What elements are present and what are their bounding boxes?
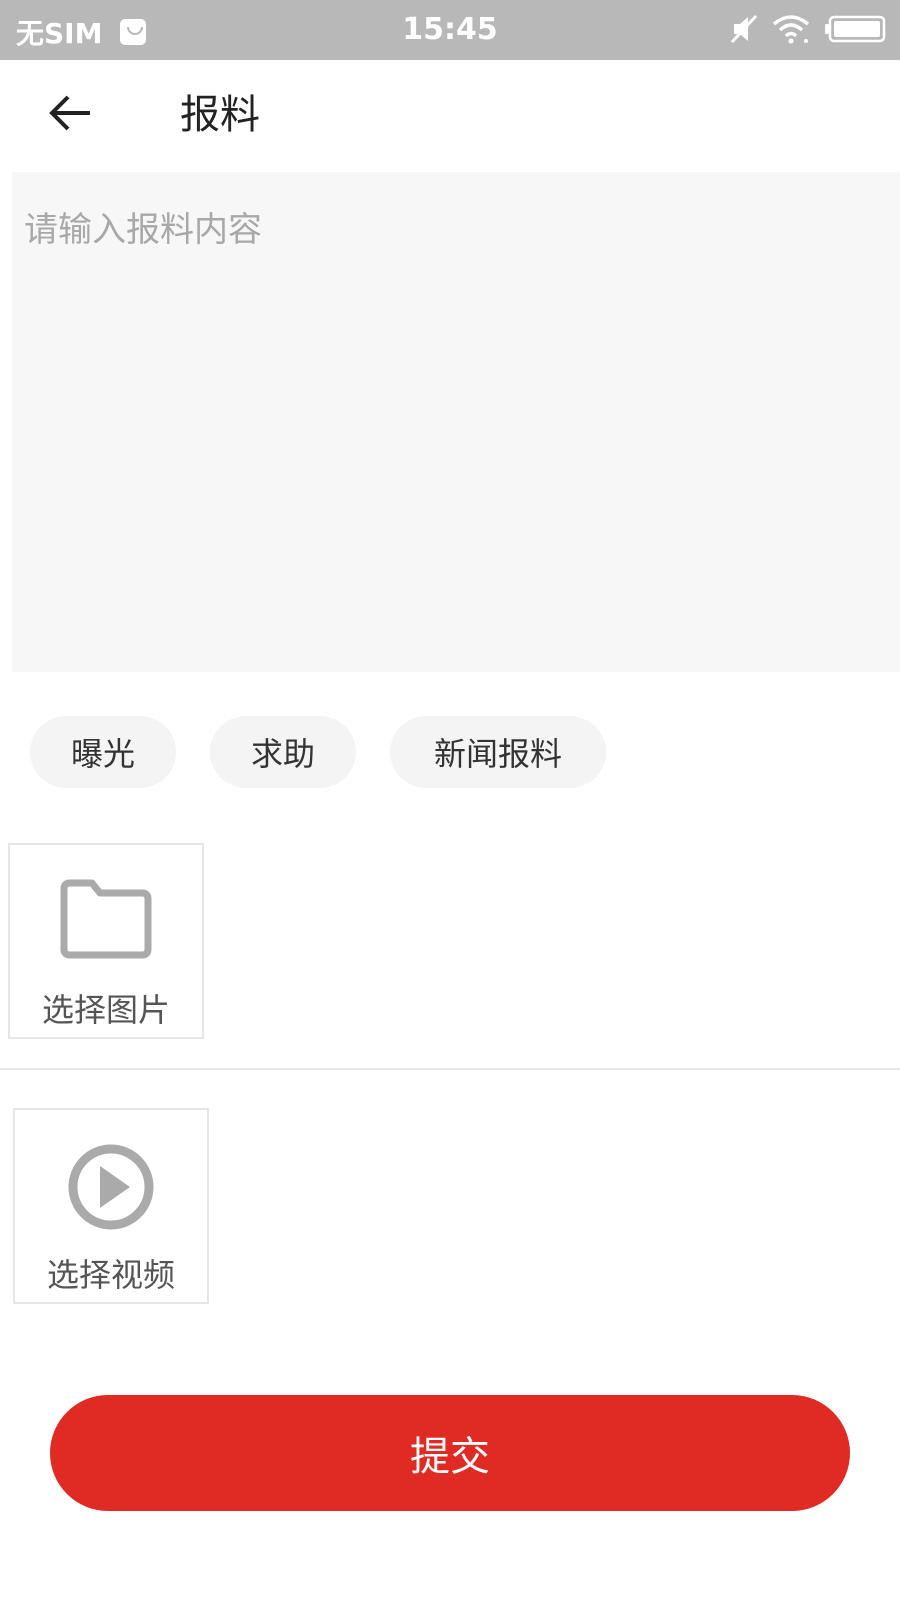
select-image-label: 选择图片 [41,991,170,1029]
mute-icon [730,14,758,48]
tag-exposure[interactable]: 曝光 [30,716,176,788]
select-video-label: 选择视频 [46,1256,175,1294]
back-button[interactable] [40,80,100,150]
wifi-icon [772,14,810,48]
play-circle-icon [66,1142,156,1236]
select-image-button[interactable]: 选择图片 [8,843,204,1039]
content-textarea[interactable] [12,172,900,672]
battery-icon [824,14,886,48]
section-divider [0,1068,900,1070]
arrow-left-icon [48,91,92,139]
page-title: 报料 [180,92,260,138]
folder-icon [58,877,154,965]
select-video-button[interactable]: 选择视频 [13,1108,209,1304]
status-right [730,14,886,48]
tag-news-tip[interactable]: 新闻报料 [390,716,606,788]
submit-button[interactable]: 提交 [50,1395,850,1511]
status-bar: 无SIM 15:45 [0,0,900,60]
app-toolbar [0,60,900,170]
tag-help[interactable]: 求助 [210,716,356,788]
